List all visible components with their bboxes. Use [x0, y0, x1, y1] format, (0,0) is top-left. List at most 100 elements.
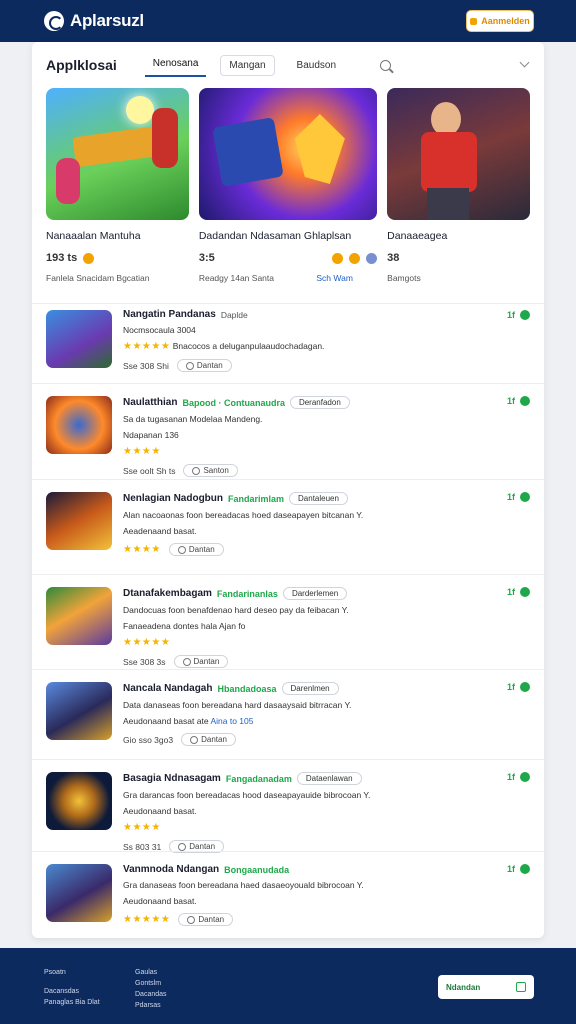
brand-name: Aplarsuzl [70, 11, 144, 30]
item-green-tag: Fandarimlam [228, 493, 285, 504]
item-pill[interactable]: Deranfadon [289, 396, 350, 409]
item-action-button[interactable]: Dantan [178, 913, 234, 926]
footer-link[interactable]: Dacandas [135, 989, 167, 1000]
app-thumbnail [46, 864, 112, 922]
featured-stat: 193 ts [46, 252, 78, 264]
item-title: Nancala Nandagah Hbandadoasa Darenlmen [123, 682, 530, 695]
item-title: Dtanafakembagam Fandarinanlas Darderleme… [123, 587, 530, 600]
item-title: Nangatin Pandanas Daplde [123, 309, 530, 320]
list-item[interactable]: Dtanafakembagam Fandarinanlas Darderleme… [32, 574, 544, 669]
item-title-text: Basagia Ndnasagam [123, 773, 221, 784]
check-icon [520, 587, 530, 597]
brand[interactable]: Aplarsuzl [44, 11, 144, 31]
item-green-tag: Bapood · Contuanaudra [182, 397, 285, 408]
item-actions: Sse 308 3s Dantan [123, 655, 530, 668]
footer-link[interactable]: Psoatn [44, 967, 100, 978]
item-pill[interactable]: Darenlmen [281, 682, 339, 695]
search-icon[interactable] [380, 59, 392, 71]
item-status-text: 1f [506, 396, 515, 406]
sign-in-button[interactable]: Aanmelden [466, 10, 534, 32]
item-actions: Gio sso 3go3 Dantan [123, 733, 530, 746]
footer-link[interactable]: Gontslm [135, 978, 167, 989]
item-action-button[interactable]: Dantan [181, 733, 236, 746]
item-pill[interactable]: Darderlemen [282, 587, 348, 600]
item-desc-secondary: Aeadenaand basat. [123, 526, 197, 536]
item-title: Nenlagian Nadogbun Fandarimlam Dantaleue… [123, 492, 530, 505]
item-stats: Sse 308 Shi [123, 360, 169, 371]
rating-stars: ★★★★ [123, 446, 161, 457]
item-title: Vanmnoda Ndangan Bongaanudada [123, 864, 530, 875]
item-pill[interactable]: Dataenlawan [296, 772, 362, 785]
featured-category-text: Readgy 14an Santa [198, 273, 274, 283]
item-desc: Dandocuas foon benafdenao hard deseo pay… [123, 605, 349, 615]
list-item[interactable]: Nancala Nandagah Hbandadoasa Darenlmen D… [32, 669, 544, 759]
page-title: Applklosai [46, 57, 117, 73]
main-card: Applklosai Nenosana Mangan Baudson Nanaa… [32, 42, 544, 938]
item-title-text: Nenlagian Nadogbun [123, 493, 223, 504]
item-actions: Sse 308 Shi Dantan [123, 359, 530, 372]
featured-stat: 38 [387, 252, 400, 264]
check-icon [520, 492, 530, 502]
item-green-tag: Hbandadoasa [217, 683, 277, 694]
item-title-text: Naulatthian [123, 397, 178, 408]
list-item[interactable]: Naulatthian Bapood · Contuanaudra Deranf… [32, 383, 544, 479]
list-item[interactable]: Vanmnoda Ndangan Bongaanudada Gra danase… [32, 851, 544, 938]
item-action-button[interactable]: Dantan [168, 543, 224, 556]
footer-link[interactable]: Pdarsas [135, 1000, 167, 1011]
footer-link[interactable]: Panaglas Bia Dlat [44, 997, 100, 1008]
item-actions: ★★★★ Dantan [123, 543, 530, 556]
featured-card[interactable]: Dadandan Ndasaman Ghlaplsan 3:5 Readgy 1… [198, 88, 378, 283]
featured-stat: 3:5 [198, 252, 215, 264]
item-desc: Gra darancas foon bereadacas hood daseap… [123, 790, 371, 800]
item-status-text: 1f [506, 864, 515, 874]
tab-bar: Applklosai Nenosana Mangan Baudson [32, 42, 544, 88]
tab-third[interactable]: Baudson [289, 56, 344, 75]
footer-button[interactable]: Ndandan [438, 975, 534, 999]
app-list: Nangatin Pandanas Daplde Nocmsocaula 300… [32, 303, 544, 938]
item-stats: Gio sso 3go3 [123, 734, 174, 745]
item-green-tag: Fangadanadam [225, 773, 292, 784]
app-thumbnail [46, 587, 112, 645]
featured-category-link[interactable]: Sch Wam [316, 273, 353, 283]
item-title-text: Vanmnoda Ndangan [123, 864, 220, 875]
item-desc: Sa da tugasanan Modelaa Mandeng. [123, 414, 263, 424]
item-pill[interactable]: Dantaleuen [289, 492, 348, 505]
item-action-button[interactable]: Santon [183, 464, 238, 477]
featured-section: Nanaaalan Mantuha 193 ts Fanlela Snacida… [32, 88, 544, 283]
check-square-icon [516, 982, 526, 992]
item-desc: Data danaseas foon bereadana hard dasaay… [123, 700, 352, 710]
sign-in-label: Aanmelden [481, 16, 530, 26]
featured-image [387, 88, 530, 220]
list-item[interactable]: Nenlagian Nadogbun Fandarimlam Dantaleue… [32, 479, 544, 574]
item-title-text: Dtanafakembagam [123, 588, 212, 599]
list-item[interactable]: Nangatin Pandanas Daplde Nocmsocaula 300… [32, 303, 544, 383]
item-title: Basagia Ndnasagam Fangadanadam Dataenlaw… [123, 772, 530, 785]
tab-second[interactable]: Mangan [220, 54, 275, 76]
footer-button-label: Ndandan [446, 982, 481, 992]
featured-category: Bamgots [387, 273, 421, 283]
featured-name: Danaaeagea [387, 230, 448, 242]
footer-link[interactable] [44, 978, 100, 986]
item-actions: ★★★★★ Dantan [123, 913, 530, 926]
item-desc-line: Aeudonaand basat ate Aina to 105 [123, 715, 530, 727]
list-item[interactable]: Basagia Ndnasagam Fangadanadam Dataenlaw… [32, 759, 544, 853]
app-thumbnail [46, 682, 112, 740]
item-stats: Sse 308 3s [123, 656, 166, 667]
badge-icon [366, 252, 378, 264]
featured-card[interactable]: Danaaeagea 38 Bamgots [387, 88, 530, 283]
item-desc-secondary: Aeudonaand basat ate [123, 716, 209, 726]
footer-link[interactable]: Dacansdas [44, 986, 100, 997]
item-status: 1f [507, 864, 530, 874]
item-desc-secondary: Aeudonaand basat. [123, 896, 197, 906]
item-green-tag: Bongaanudada [224, 864, 290, 875]
footer-link[interactable]: Gaulas [135, 967, 167, 978]
item-desc-link[interactable]: Aina to 105 [210, 716, 253, 726]
item-action-button[interactable]: Dantan [176, 359, 232, 372]
item-status-text: 1f [506, 492, 515, 502]
check-icon [520, 310, 530, 320]
chevron-down-icon[interactable] [519, 57, 530, 68]
featured-card[interactable]: Nanaaalan Mantuha 193 ts Fanlela Snacida… [46, 88, 189, 283]
featured-image [198, 88, 378, 220]
tab-first[interactable]: Nenosana [144, 54, 207, 77]
item-action-button[interactable]: Dantan [173, 655, 229, 668]
